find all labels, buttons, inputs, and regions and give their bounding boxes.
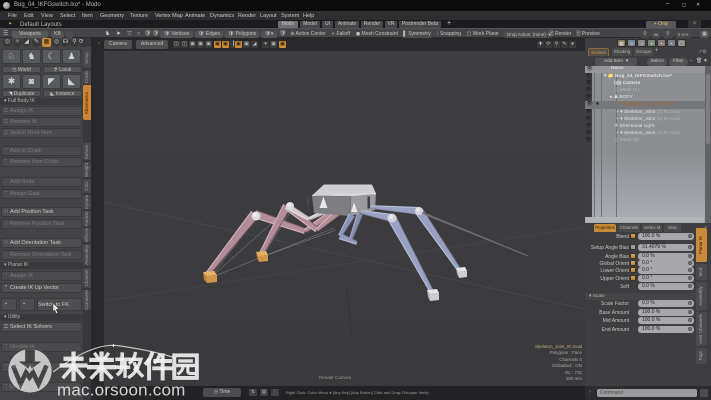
svg-text:mac.orsoon.com: mac.orsoon.com [57,381,185,400]
